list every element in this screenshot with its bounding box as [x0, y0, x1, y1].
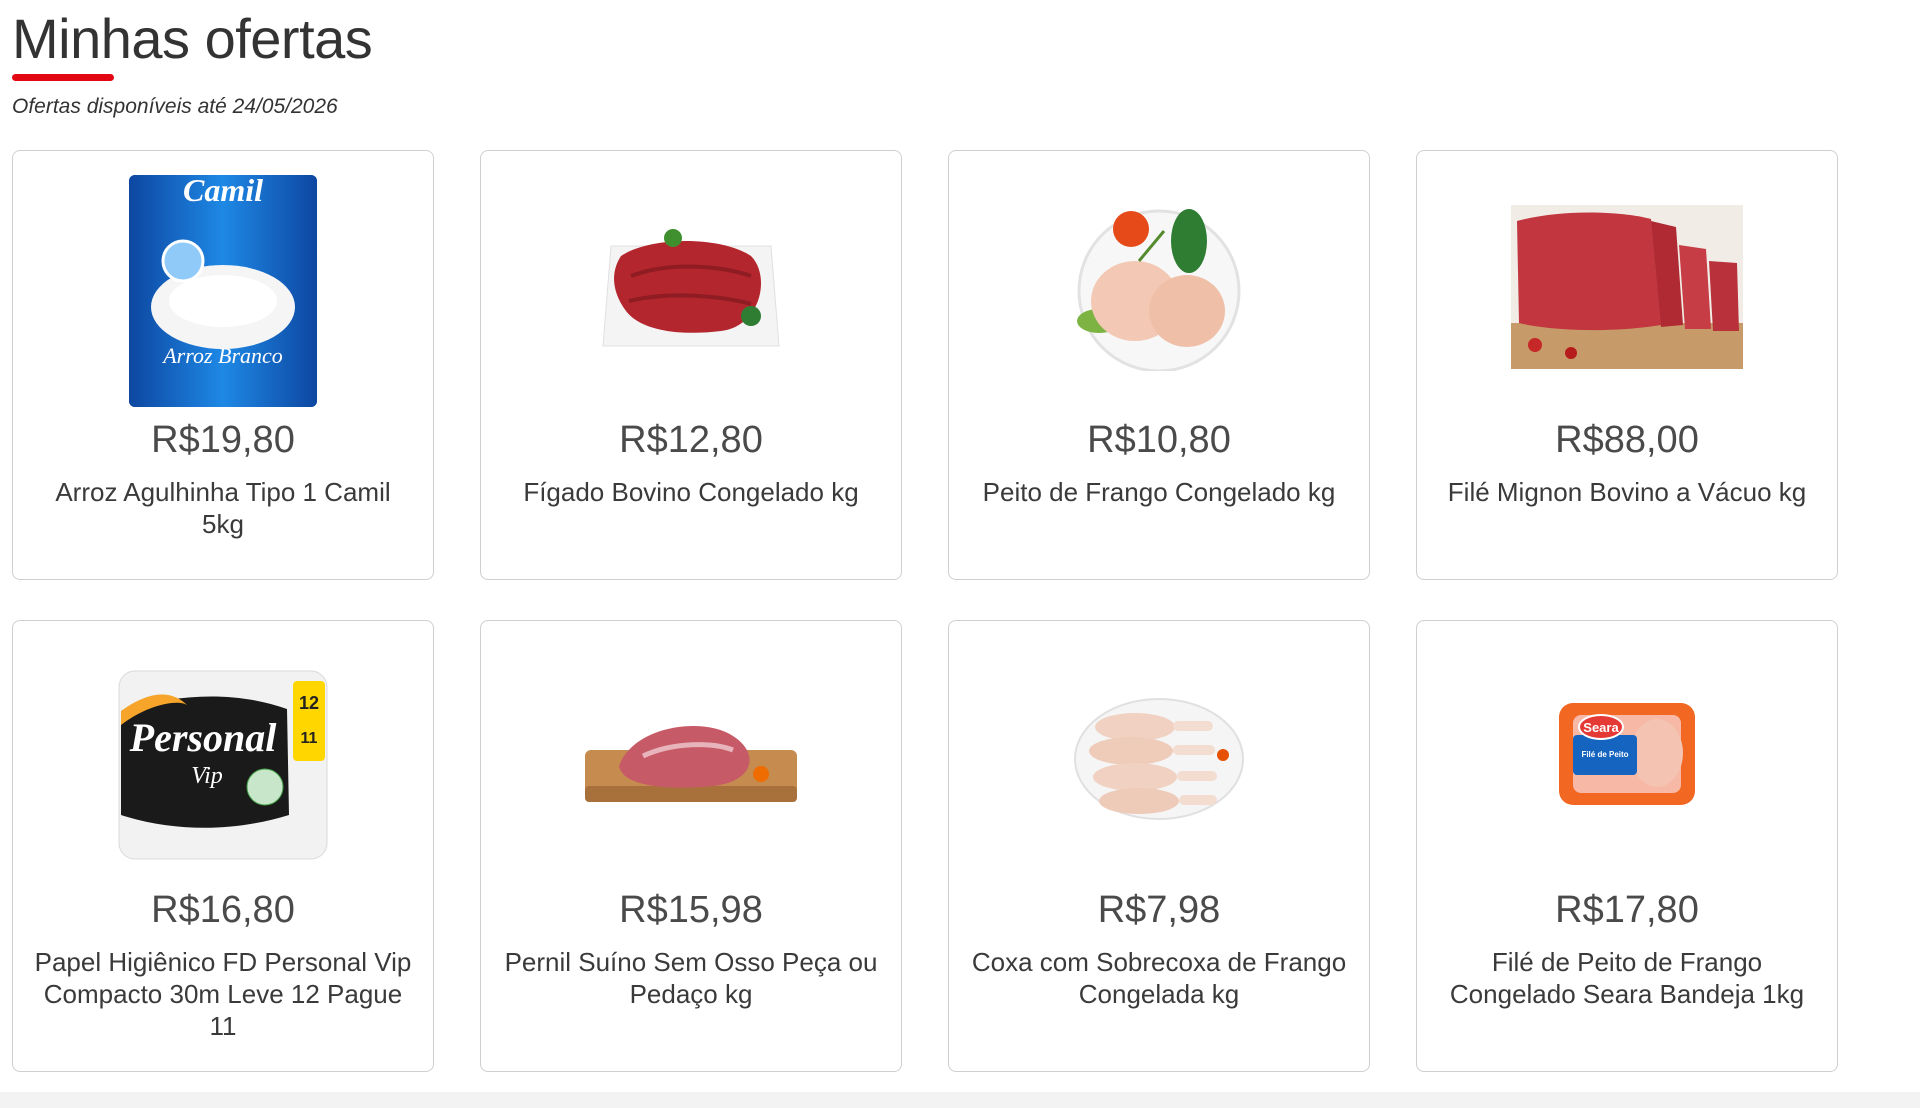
- product-image-chicken-thighs: [949, 691, 1369, 827]
- offer-name: Filé Mignon Bovino a Vácuo kg: [1447, 477, 1807, 507]
- product-image-toilet-paper: 12 11 Personal Vip: [13, 665, 433, 861]
- offer-card-beef-liver[interactable]: R$12,80 Fígado Bovino Congelado kg: [480, 150, 902, 580]
- offer-price: R$16,80: [151, 889, 295, 931]
- svg-text:Filé de Peito: Filé de Peito: [1581, 750, 1628, 759]
- svg-text:Personal: Personal: [129, 715, 278, 760]
- offer-card-filet-mignon[interactable]: R$88,00 Filé Mignon Bovino a Vácuo kg: [1416, 150, 1838, 580]
- page-title: Minhas ofertas: [12, 7, 373, 70]
- offers-validity-text: Ofertas disponíveis até 24/05/2026: [12, 95, 338, 118]
- offer-card-rice[interactable]: Camil Arroz Branco R$19,80 Arroz Agulhin…: [12, 150, 434, 580]
- offer-card-chicken-breast[interactable]: R$10,80 Peito de Frango Congelado kg: [948, 150, 1370, 580]
- product-image-pork-leg: [481, 711, 901, 811]
- svg-text:Camil: Camil: [183, 175, 263, 208]
- svg-text:Seara: Seara: [1583, 720, 1619, 735]
- product-image-seara-chicken: Seara Filé de Peito: [1417, 699, 1837, 809]
- offer-name: Filé de Peito de Frango Congelado Seara …: [1449, 947, 1805, 1009]
- offer-name: Coxa com Sobrecoxa de Frango Congelada k…: [971, 947, 1347, 1009]
- offer-price: R$10,80: [1087, 419, 1231, 461]
- product-image-beef-liver: [481, 211, 901, 361]
- offer-card-seara-chicken[interactable]: Seara Filé de Peito R$17,80 Filé de Peit…: [1416, 620, 1838, 1072]
- offer-card-chicken-thighs[interactable]: R$7,98 Coxa com Sobrecoxa de Frango Cong…: [948, 620, 1370, 1072]
- offer-name: Papel Higiênico FD Personal Vip Compacto…: [34, 947, 412, 1041]
- offer-price: R$12,80: [619, 419, 763, 461]
- product-image-chicken-breast: [949, 201, 1369, 371]
- offer-price: R$17,80: [1555, 889, 1699, 931]
- product-image-filet-mignon: [1417, 205, 1837, 369]
- svg-text:11: 11: [301, 730, 318, 747]
- offer-price: R$7,98: [1097, 889, 1221, 931]
- svg-text:12: 12: [299, 693, 319, 713]
- svg-text:Vip: Vip: [191, 763, 223, 789]
- offer-name: Peito de Frango Congelado kg: [982, 477, 1336, 507]
- title-underline: [12, 74, 114, 81]
- offer-card-pork-leg[interactable]: R$15,98 Pernil Suíno Sem Osso Peça ou Pe…: [480, 620, 902, 1072]
- offer-price: R$88,00: [1555, 419, 1699, 461]
- offer-name: Arroz Agulhinha Tipo 1 Camil 5kg: [55, 477, 391, 539]
- offer-name: Pernil Suíno Sem Osso Peça ou Pedaço kg: [504, 947, 878, 1009]
- svg-text:Arroz Branco: Arroz Branco: [161, 343, 283, 368]
- offer-card-toilet-paper[interactable]: 12 11 Personal Vip R$16,80 Papel Higiêni…: [12, 620, 434, 1072]
- offer-name: Fígado Bovino Congelado kg: [523, 477, 859, 507]
- page-bottom-edge: [0, 1092, 1920, 1108]
- offer-price: R$19,80: [151, 419, 295, 461]
- product-image-rice: Camil Arroz Branco: [13, 175, 433, 407]
- offer-price: R$15,98: [619, 889, 763, 931]
